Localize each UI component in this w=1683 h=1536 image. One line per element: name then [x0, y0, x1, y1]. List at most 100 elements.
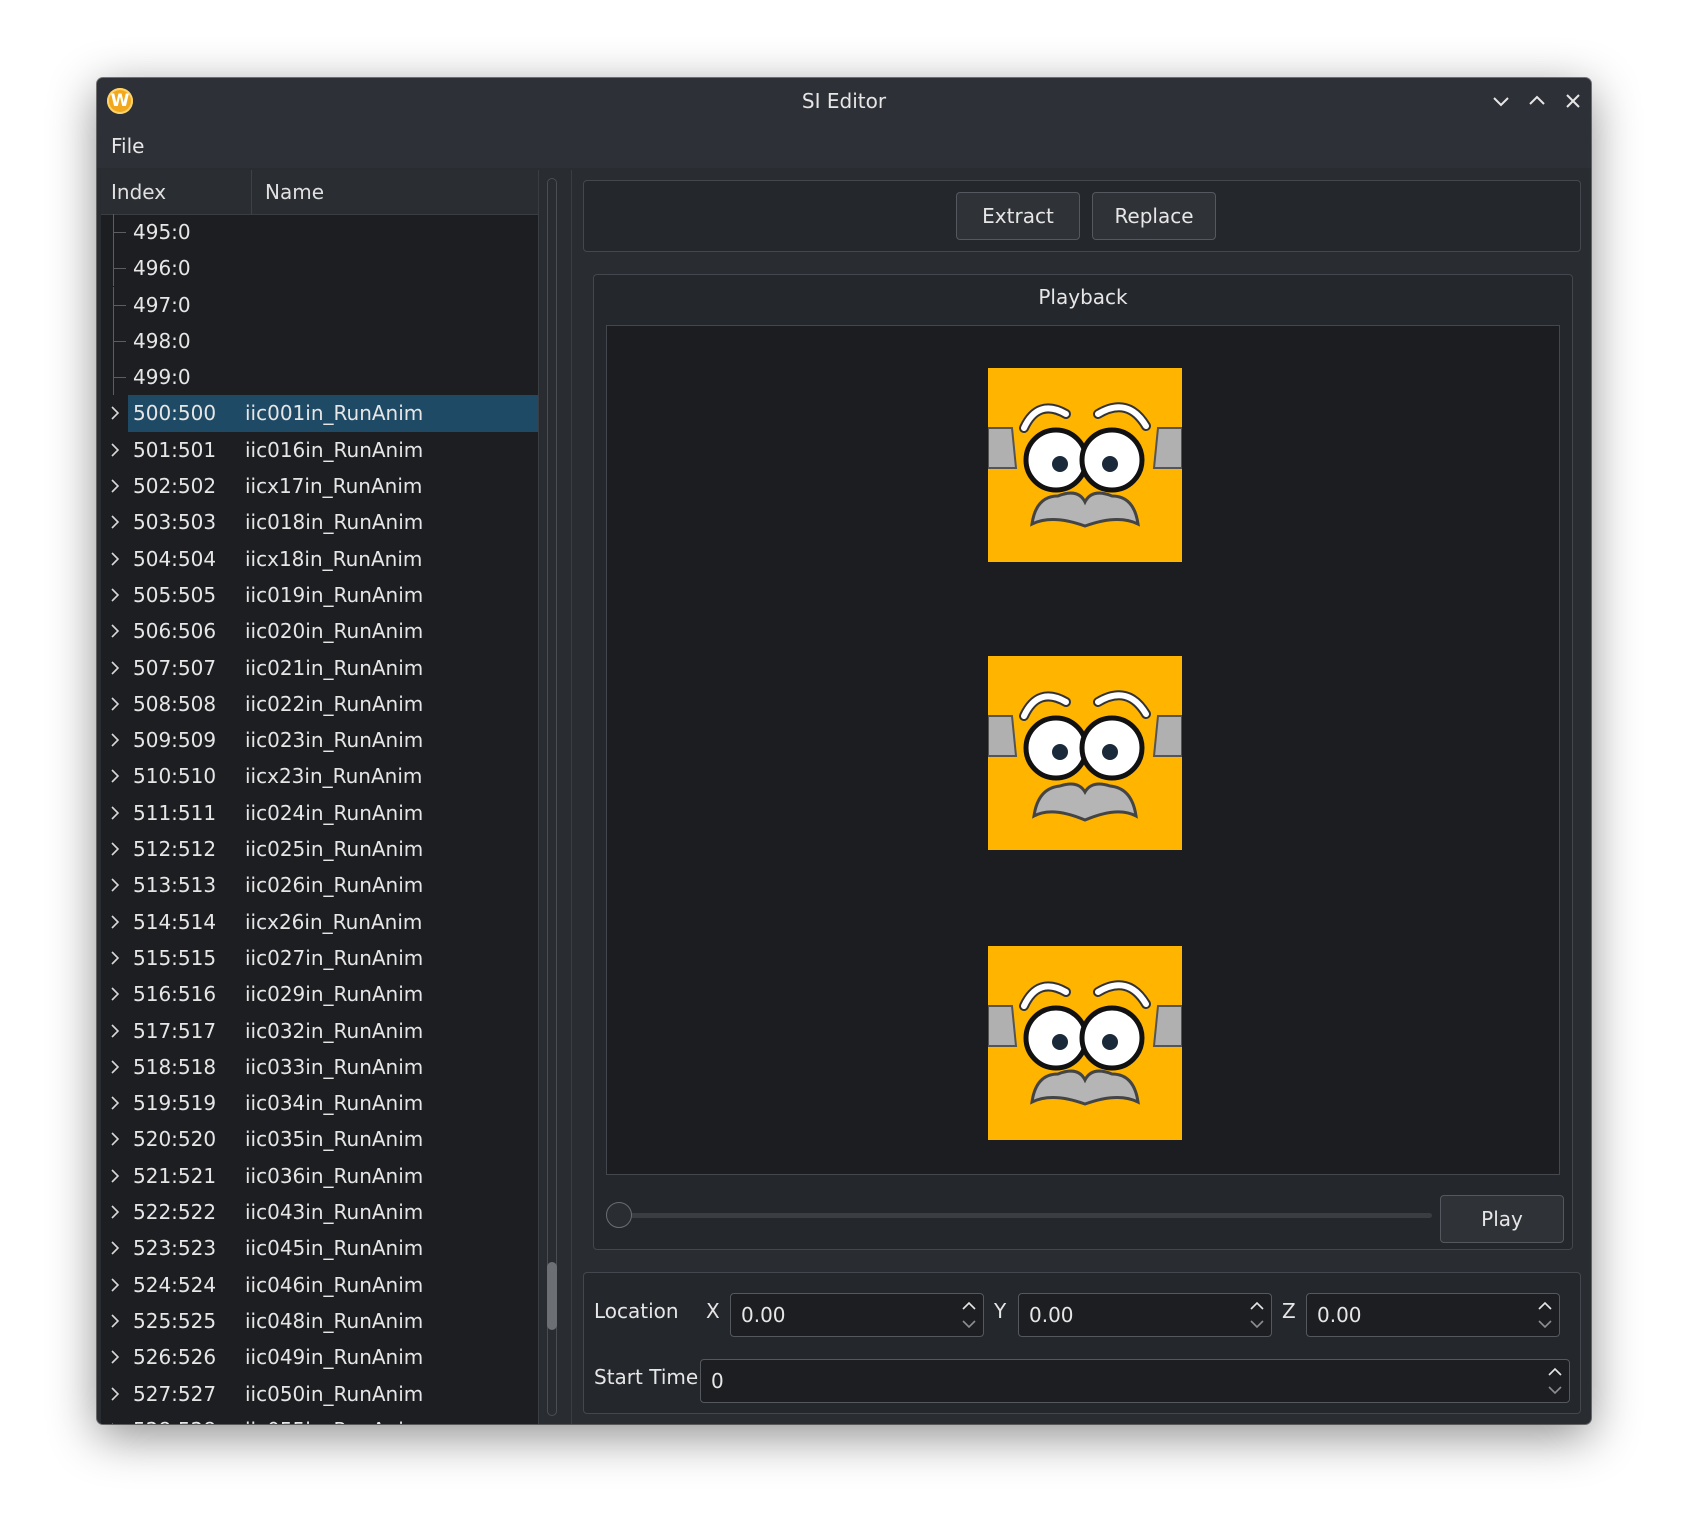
spin-arrows-icon[interactable] [1537, 1298, 1553, 1332]
chevron-right-icon[interactable] [107, 1313, 123, 1329]
tree-row[interactable]: 519:519 iic034in_RunAnim [101, 1085, 538, 1121]
chevron-right-icon[interactable] [107, 950, 123, 966]
chevron-right-icon[interactable] [107, 1095, 123, 1111]
tree-row[interactable]: 518:518 iic033in_RunAnim [101, 1049, 538, 1085]
location-z-input[interactable]: 0.00 [1306, 1293, 1560, 1337]
spin-arrows-icon[interactable] [1249, 1298, 1265, 1332]
chevron-right-icon[interactable] [107, 986, 123, 1002]
scrollbar-thumb[interactable] [547, 1262, 557, 1330]
chevron-right-icon[interactable] [107, 1131, 123, 1147]
spin-arrows-icon[interactable] [961, 1298, 977, 1332]
tree-row[interactable]: 528:528 iic055in_RunAnim [101, 1412, 538, 1424]
animation-frame-1 [988, 368, 1182, 562]
column-separator[interactable] [251, 170, 252, 214]
menu-file[interactable]: File [111, 124, 144, 168]
tree-row[interactable]: 499:0 [101, 359, 538, 396]
tree-row[interactable]: 509:509 iic023in_RunAnim [101, 722, 538, 758]
chevron-right-icon[interactable] [107, 841, 123, 857]
chevron-right-icon[interactable] [107, 696, 123, 712]
row-name: iic026in_RunAnim [245, 873, 424, 898]
column-header-index[interactable]: Index [111, 170, 251, 214]
tree-scrollbar[interactable] [547, 178, 557, 1416]
tree-row[interactable]: 512:512 iic025in_RunAnim [101, 831, 538, 867]
location-x-input[interactable]: 0.00 [730, 1293, 984, 1337]
tree-row[interactable]: 517:517 iic032in_RunAnim [101, 1013, 538, 1049]
tree-row[interactable]: 502:502 iicx17in_RunAnim [101, 468, 538, 504]
row-name: iic032in_RunAnim [245, 1018, 424, 1043]
tree-row[interactable]: 514:514 iicx26in_RunAnim [101, 904, 538, 940]
tree-row[interactable]: 500:500 iic001in_RunAnim [101, 395, 538, 432]
tree-row[interactable]: 503:503 iic018in_RunAnim [101, 504, 538, 540]
tree-row[interactable]: 497:0 [101, 286, 538, 323]
chevron-right-icon[interactable] [107, 732, 123, 748]
chevron-right-icon[interactable] [107, 877, 123, 893]
tree-row[interactable]: 511:511 iic024in_RunAnim [101, 795, 538, 831]
tree-row[interactable]: 501:501 iic016in_RunAnim [101, 432, 538, 468]
splitter-handle[interactable] [571, 170, 572, 1424]
location-label: Location [594, 1299, 679, 1323]
chevron-right-icon[interactable] [107, 768, 123, 784]
chevron-right-icon[interactable] [107, 914, 123, 930]
tree-row[interactable]: 516:516 iic029in_RunAnim [101, 976, 538, 1012]
row-name: iic016in_RunAnim [245, 437, 424, 462]
replace-button[interactable]: Replace [1092, 192, 1216, 240]
title-bar[interactable]: W SI Editor [97, 78, 1591, 124]
play-button[interactable]: Play [1440, 1195, 1564, 1243]
chevron-right-icon[interactable] [107, 1204, 123, 1220]
tree-row[interactable]: 510:510 iicx23in_RunAnim [101, 758, 538, 794]
maximize-button[interactable] [1525, 89, 1549, 113]
tree-row[interactable]: 523:523 iic045in_RunAnim [101, 1230, 538, 1266]
tree-row[interactable]: 506:506 iic020in_RunAnim [101, 613, 538, 649]
tree-row[interactable]: 495:0 [101, 214, 538, 250]
row-name: iic050in_RunAnim [245, 1381, 424, 1406]
chevron-right-icon[interactable] [107, 1386, 123, 1402]
scrollbar-track[interactable] [547, 178, 557, 1416]
extract-button[interactable]: Extract [956, 192, 1080, 240]
tree-row[interactable]: 498:0 [101, 322, 538, 359]
chevron-right-icon[interactable] [107, 1168, 123, 1184]
tree-row[interactable]: 507:507 iic021in_RunAnim [101, 650, 538, 686]
row-name: iic021in_RunAnim [245, 655, 424, 680]
tree-row[interactable]: 513:513 iic026in_RunAnim [101, 867, 538, 903]
chevron-right-icon[interactable] [107, 405, 123, 421]
chevron-right-icon[interactable] [107, 442, 123, 458]
row-index: 522:522 [133, 1200, 217, 1225]
chevron-right-icon[interactable] [107, 805, 123, 821]
chevron-right-icon[interactable] [107, 1422, 123, 1424]
row-name: iic049in_RunAnim [245, 1345, 424, 1370]
tree-row[interactable]: 515:515 iic027in_RunAnim [101, 940, 538, 976]
column-header-name[interactable]: Name [265, 170, 324, 214]
chevron-right-icon[interactable] [107, 551, 123, 567]
chevron-right-icon[interactable] [107, 587, 123, 603]
chevron-right-icon[interactable] [107, 1240, 123, 1256]
row-index: 511:511 [133, 800, 217, 825]
start-time-input[interactable]: 0 [700, 1359, 1570, 1403]
chevron-right-icon[interactable] [107, 478, 123, 494]
chevron-up-icon [1529, 95, 1545, 105]
chevron-right-icon[interactable] [107, 514, 123, 530]
tree-row[interactable]: 525:525 iic048in_RunAnim [101, 1303, 538, 1339]
tree-row[interactable]: 526:526 iic049in_RunAnim [101, 1339, 538, 1375]
chevron-right-icon[interactable] [107, 1023, 123, 1039]
tree-row[interactable]: 521:521 iic036in_RunAnim [101, 1158, 538, 1194]
location-y-input[interactable]: 0.00 [1018, 1293, 1272, 1337]
tree-row[interactable]: 520:520 iic035in_RunAnim [101, 1121, 538, 1157]
tree-row[interactable]: 505:505 iic019in_RunAnim [101, 577, 538, 613]
close-button[interactable] [1561, 89, 1585, 113]
tree-row[interactable]: 524:524 iic046in_RunAnim [101, 1267, 538, 1303]
tree-row[interactable]: 522:522 iic043in_RunAnim [101, 1194, 538, 1230]
minimize-button[interactable] [1489, 89, 1513, 113]
spin-arrows-icon[interactable] [1547, 1364, 1563, 1398]
object-tree[interactable]: Index Name 495:0 496:0 497:0 498:0 499:0 500:… [101, 170, 539, 1424]
tree-row[interactable]: 527:527 iic050in_RunAnim [101, 1376, 538, 1412]
playback-slider-handle[interactable] [606, 1202, 632, 1228]
tree-row[interactable]: 508:508 iic022in_RunAnim [101, 686, 538, 722]
chevron-right-icon[interactable] [107, 623, 123, 639]
chevron-right-icon[interactable] [107, 1059, 123, 1075]
chevron-right-icon[interactable] [107, 1277, 123, 1293]
chevron-right-icon[interactable] [107, 1349, 123, 1365]
playback-slider-track[interactable] [618, 1213, 1432, 1218]
tree-row[interactable]: 504:504 iicx18in_RunAnim [101, 541, 538, 577]
chevron-right-icon[interactable] [107, 660, 123, 676]
tree-row[interactable]: 496:0 [101, 250, 538, 287]
